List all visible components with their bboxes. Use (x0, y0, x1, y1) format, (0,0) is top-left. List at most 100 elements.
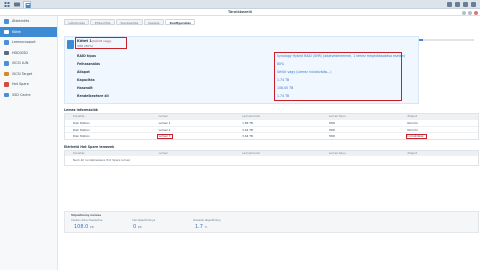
sidebar: Áttekintés Kötet Lemezcsoport HDD/SSD iS… (0, 16, 58, 270)
sidebar-item-iscsi-lun[interactable]: iSCSI LUN (0, 58, 57, 69)
lun-icon (4, 61, 9, 66)
target-icon (4, 71, 9, 76)
stat-unit: % (204, 225, 208, 229)
highlight-box (274, 52, 402, 101)
performance-title: Teljesítmény mérése (71, 214, 102, 217)
volume-icon (67, 40, 74, 49)
col-size: Lemezméret (242, 151, 260, 155)
sidebar-item-iscsi-target[interactable]: iSCSI Target (0, 69, 57, 80)
main-panel: Létrehozás Eltávolítás Szerkesztés Kezel… (58, 16, 480, 270)
sidebar-item-label: Áttekintés (12, 19, 30, 23)
cell: HDD (328, 134, 336, 138)
hotspare-section-title: Elérhető Hot Spare lemezek (64, 145, 115, 149)
table-header: Kiosztás Lemez Lemezméret Lemez típus Ál… (65, 114, 478, 119)
tab-create[interactable]: Létrehozás (64, 19, 90, 25)
cell: HDD (328, 121, 336, 125)
performance-panel: Teljesítmény mérése Írásban állva Összes… (64, 211, 479, 233)
cell-highlighted: Inicializálás (405, 133, 478, 139)
prop-capacity-label: Kapacitás (77, 78, 95, 82)
volume-detail-block[interactable]: Kötet 1 (Sérült vagy) SHR (80%) RAID típ… (64, 36, 419, 104)
stat-label-1: Írásban állva Összesítve (71, 219, 103, 222)
sidebar-item-volume[interactable]: Kötet (0, 26, 57, 37)
hotspare-empty-text: Nem áll rendelkezésre Hot Spare lemez (73, 158, 131, 162)
storage-manager-taskbar-icon[interactable] (23, 1, 31, 8)
table-header: Kiosztás Lemez Lemezméret Lemez típus Ál… (65, 151, 478, 156)
cell: Normál (407, 121, 418, 125)
capacity-gauge-fill (419, 39, 424, 42)
close-button[interactable] (474, 10, 478, 15)
sidebar-item-label: SSD Cache (12, 92, 31, 97)
prop-raid-label: RAID típus (77, 54, 96, 58)
minimize-button[interactable] (462, 10, 466, 15)
col-status: Állapot (407, 151, 418, 155)
sidebar-item-overview[interactable]: Áttekintés (0, 16, 57, 27)
sidebar-item-label: HDD/SSD (12, 50, 28, 55)
col-status: Állapot (407, 114, 418, 118)
stat-label-2: Írás teljesítménye (132, 219, 156, 222)
cell: Lemez 1 (158, 121, 171, 125)
col-disk: Lemez (158, 114, 168, 118)
cell: 3.64 TB (242, 134, 253, 138)
search-icon[interactable] (463, 2, 468, 7)
sidebar-item-hdd-ssd[interactable]: HDD/SSD (0, 48, 57, 59)
grid-icon[interactable] (3, 1, 11, 8)
chat-icon[interactable] (447, 2, 452, 7)
stat-value-3: 1.7 % (195, 224, 207, 230)
toolbar-tabs: Létrehozás Eltávolítás Szerkesztés Kezel… (64, 19, 196, 25)
maximize-button[interactable] (468, 10, 472, 15)
tab-edit[interactable]: Szerkesztés (115, 19, 143, 25)
prop-used-label: Használt (77, 86, 93, 90)
taskbar (0, 0, 480, 9)
stat-value-1: 108.0 kB (74, 224, 94, 230)
table-row[interactable]: Disk Station Lemez 3 3.64 TB HDD Inicial… (65, 132, 478, 139)
sidebar-item-label: iSCSI Target (12, 71, 33, 76)
hotspare-table: Kiosztás Lemez Lemezméret Lemez típus Ál… (64, 150, 479, 166)
stat-number: 0 (133, 224, 137, 230)
tab-remove[interactable]: Eltávolítás (90, 19, 115, 25)
sidebar-item-ssd-cache[interactable]: SSD Cache (0, 90, 57, 101)
highlight-box (75, 37, 127, 49)
highlight-box (405, 133, 427, 139)
sidebar-item-diskgroup[interactable]: Lemezcsoport (0, 37, 57, 48)
user-icon[interactable] (455, 2, 460, 7)
storage-manager-window: Tárolókezelő Áttekintés Kötet Lemezcsopo… (0, 9, 480, 270)
stat-number: 1.7 (195, 224, 203, 230)
table-row[interactable]: Disk Station Lemez 1 1.86 TB HDD Normál (65, 119, 478, 126)
sidebar-item-label: Hot Spare (12, 82, 29, 86)
col-type: Lemez típus (328, 151, 346, 155)
cell: Disk Station (73, 121, 90, 125)
cell-highlighted: Lemez 3 (157, 133, 243, 139)
diskgroup-icon (4, 40, 9, 45)
overview-icon (4, 19, 9, 24)
stat-value-2: 0 kB (133, 224, 142, 230)
prop-available-label: Rendelkezésre áll (77, 94, 109, 98)
sidebar-item-hot-spare[interactable]: Hot Spare (0, 79, 57, 90)
cell: Disk Station (73, 127, 90, 132)
sidebar-item-label: Lemezcsoport (12, 40, 36, 44)
stat-label-3: Olvasási teljesítmény (193, 219, 221, 222)
col-disk: Lemez (158, 151, 168, 155)
stat-unit: kB (89, 225, 94, 229)
stat-unit: kB (137, 225, 142, 229)
disk-section-title: Lemez információk (64, 108, 98, 112)
capacity-gauge (419, 39, 474, 42)
prop-status-label: Állapot (77, 70, 90, 74)
col-allocation: Kiosztás (73, 151, 85, 155)
window-title: Tárolókezelő (0, 9, 480, 16)
drive-icon[interactable] (13, 1, 21, 8)
cache-icon (4, 92, 9, 97)
widgets-icon[interactable] (471, 2, 476, 7)
cell: 1.86 TB (242, 121, 253, 125)
tab-manage[interactable]: Kezelés (143, 19, 165, 25)
sidebar-item-label: iSCSI LUN (12, 61, 29, 65)
disk-table: Kiosztás Lemez Lemezméret Lemez típus Ál… (64, 113, 479, 140)
table-row[interactable]: Disk Station Lemez 2 3.64 TB HDD Normál (65, 125, 478, 133)
hotspare-icon (4, 82, 9, 87)
tab-configure[interactable]: Konfigurálás (165, 19, 196, 25)
cell: Disk Station (73, 134, 90, 138)
volume-icon (4, 29, 9, 34)
col-allocation: Kiosztás (73, 114, 85, 118)
sidebar-item-label: Kötet (12, 29, 21, 34)
prop-usage-label: Felhasználás (77, 62, 101, 66)
col-size: Lemezméret (242, 114, 260, 118)
